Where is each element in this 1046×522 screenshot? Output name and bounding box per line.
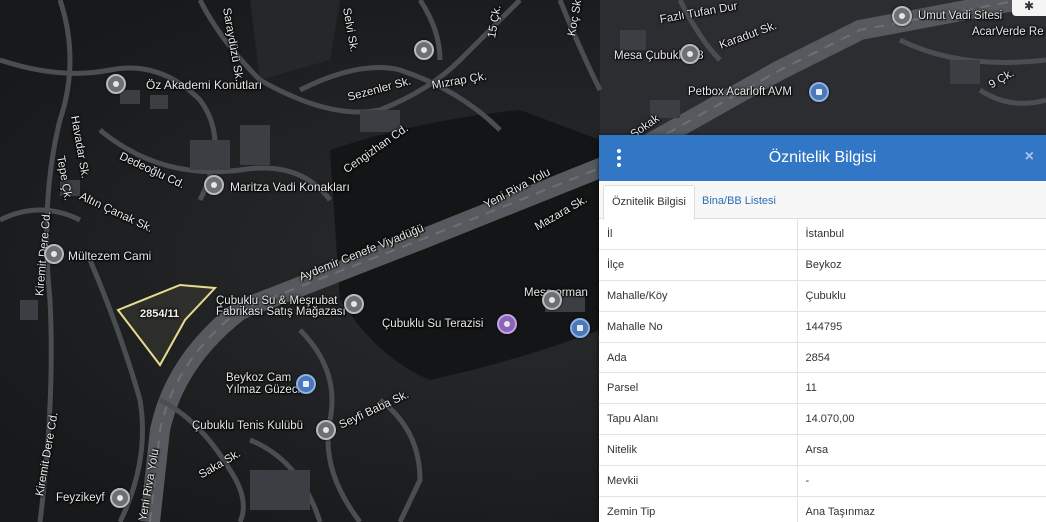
map-label: Umut Vadi Sitesi [918, 10, 1003, 22]
map-label: Çubuklu Su Terazisi [382, 318, 484, 330]
table-row: Nitelik Arsa [599, 434, 1046, 466]
attribute-key: Nitelik [599, 434, 798, 466]
attribute-panel: Öznitelik Bilgisi × Öznitelik Bilgisi Bi… [599, 135, 1046, 522]
map-label: Yılmaz Güzeci [226, 384, 301, 396]
map-poi-icon[interactable] [414, 40, 434, 60]
map-poi-icon[interactable] [44, 244, 64, 264]
attribute-key: Zemin Tip [599, 496, 798, 522]
attribute-key: Tapu Alanı [599, 403, 798, 436]
map-poi-icon[interactable] [316, 420, 336, 440]
panel-header: Öznitelik Bilgisi × [599, 135, 1046, 181]
attribute-value: 14.070,00 [797, 403, 1046, 436]
table-row: Mahalle/Köy Çubuklu [599, 280, 1046, 312]
map-label: AcarVerde Re [972, 26, 1044, 38]
map-poi-icon[interactable] [809, 82, 829, 102]
map-label: Mültezem Cami [68, 249, 152, 263]
map-poi-icon[interactable] [570, 318, 590, 338]
table-row: Mahalle No 144795 [599, 311, 1046, 343]
tab-attribute-info[interactable]: Öznitelik Bilgisi [603, 185, 695, 220]
attribute-key: İl [599, 219, 798, 251]
attribute-key: Ada [599, 342, 798, 374]
attribute-value: Beykoz [797, 249, 1046, 282]
map-label: Maritza Vadi Konakları [230, 180, 350, 194]
attribute-value: İstanbul [797, 219, 1046, 251]
panel-title: Öznitelik Bilgisi [768, 149, 877, 166]
map-poi-icon[interactable] [497, 314, 517, 334]
attribute-key: Parsel [599, 372, 798, 405]
attribute-key: Mahalle No [599, 311, 798, 343]
attribute-key: İlçe [599, 249, 798, 282]
map-label: Çubuklu Tenis Kulübü [192, 420, 304, 432]
attribute-value: 2854 [797, 342, 1046, 374]
table-row: Mevkii - [599, 465, 1046, 497]
map-poi-icon[interactable] [680, 44, 700, 64]
map-poi-icon[interactable] [296, 374, 316, 394]
attribute-value: 11 [797, 372, 1046, 405]
attribute-value: 144795 [797, 311, 1046, 343]
attribute-value: - [797, 465, 1046, 497]
map-poi-icon[interactable] [344, 294, 364, 314]
table-row: Tapu Alanı 14.070,00 [599, 403, 1046, 436]
parcel-label[interactable]: 2854/11 [140, 308, 179, 320]
table-row: İl İstanbul [599, 219, 1046, 251]
panel-tabs: Öznitelik Bilgisi Bina/BB Listesi [599, 181, 1046, 220]
table-row: Zemin Tip Ana Taşınmaz [599, 496, 1046, 522]
attribute-value: Ana Taşınmaz [797, 496, 1046, 522]
map-label: Feyzikeyf [56, 492, 105, 504]
map-poi-icon[interactable] [204, 175, 224, 195]
table-row: Ada 2854 [599, 342, 1046, 374]
attribute-key: Mevkii [599, 465, 798, 497]
table-row: İlçe Beykoz [599, 249, 1046, 282]
map-poi-icon[interactable] [110, 488, 130, 508]
close-icon[interactable]: × [1025, 148, 1034, 166]
tab-building-list[interactable]: Bina/BB Listesi [694, 185, 784, 220]
attribute-value: Arsa [797, 434, 1046, 466]
map-label: Fabrikası Satış Mağazası [216, 306, 346, 318]
attribute-table: İl İstanbul İlçe Beykoz Mahalle/Köy Çubuklu Ma… [599, 219, 1046, 522]
map-poi-icon[interactable] [892, 6, 912, 26]
map-poi-icon[interactable] [106, 74, 126, 94]
gear-icon[interactable]: ✱ [1012, 0, 1046, 16]
map-poi-icon[interactable] [542, 290, 562, 310]
table-row: Parsel 11 [599, 372, 1046, 405]
attribute-value: Çubuklu [797, 280, 1046, 312]
map-label: Beykoz Cam [226, 372, 292, 384]
map-label: Petbox Acarloft AVM [688, 86, 792, 98]
attribute-key: Mahalle/Köy [599, 280, 798, 312]
